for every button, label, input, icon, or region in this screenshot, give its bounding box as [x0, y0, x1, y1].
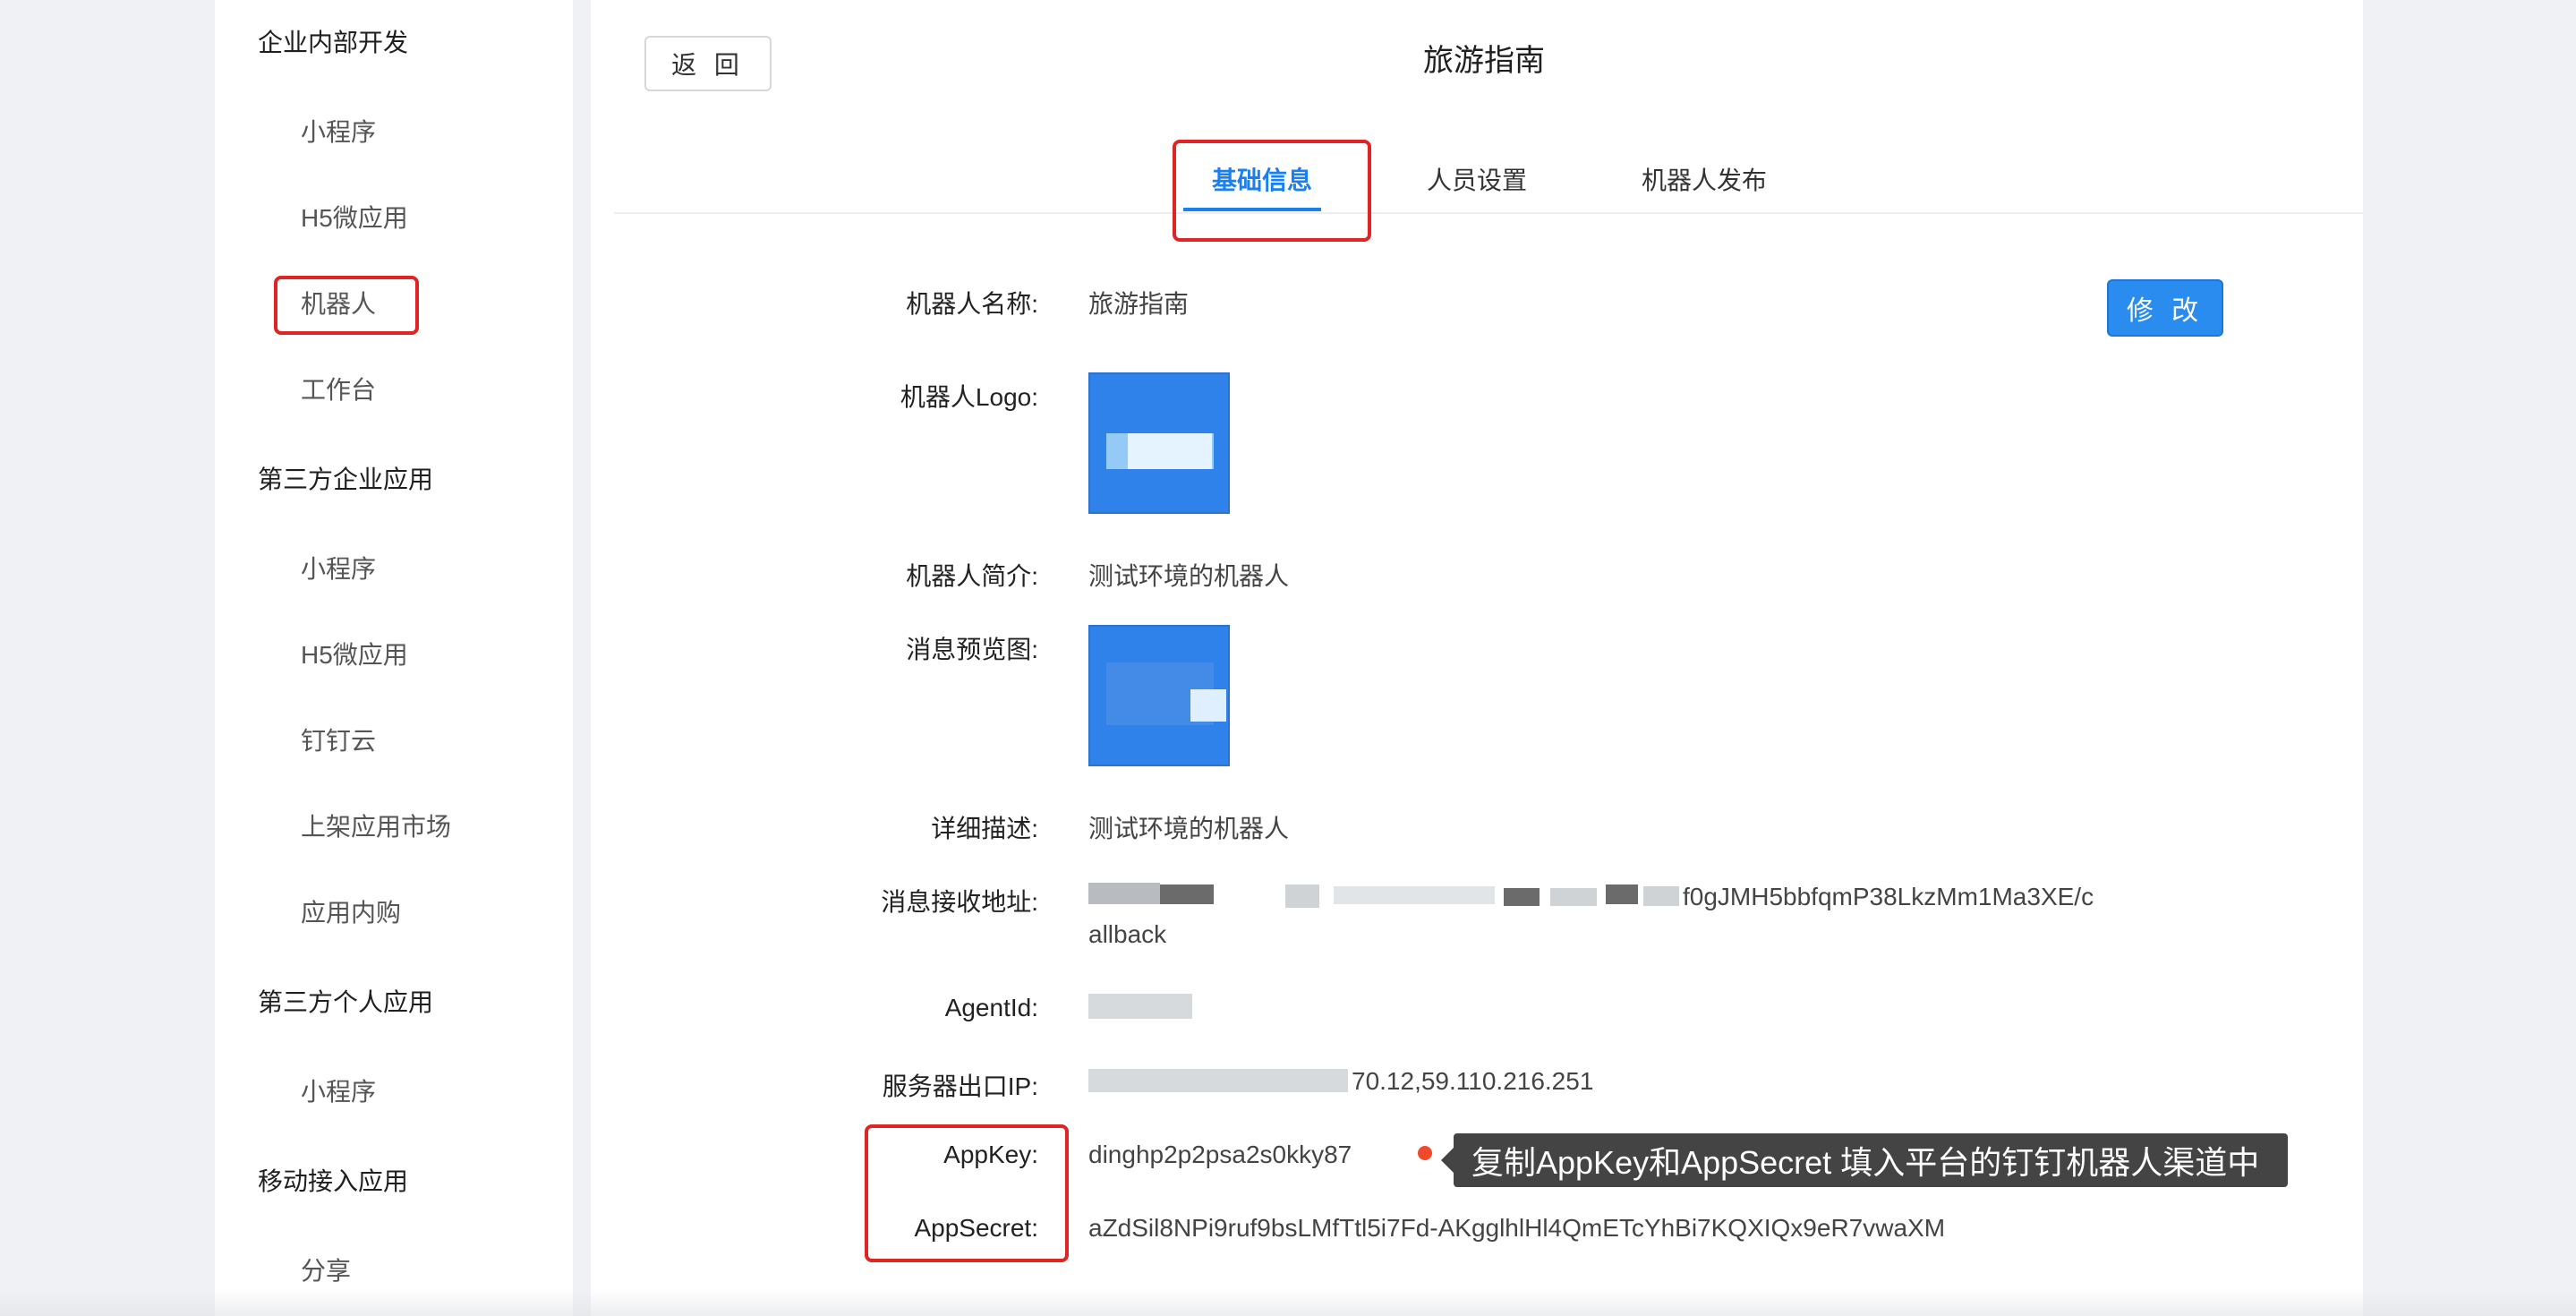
redacted-block	[1160, 884, 1214, 904]
sidebar-item-tp-marketplace[interactable]: 上架应用市场	[301, 808, 451, 843]
page-title: 旅游指南	[1423, 44, 1545, 78]
redacted-block	[1643, 886, 1679, 906]
callback-url-value-line1: f0gJMH5bbfqmP38LkzMm1Ma3XE/c	[1683, 883, 2094, 910]
sidebar-group-mobile-access: 移动接入应用	[258, 1167, 409, 1195]
tab-robot-publish[interactable]: 机器人发布	[1642, 161, 1767, 197]
sidebar-item-tp-miniprogram[interactable]: 小程序	[301, 550, 376, 585]
sidebar-item-tp-in-app-purchase[interactable]: 应用内购	[301, 893, 401, 929]
robot-intro-value: 测试环境的机器人	[1088, 562, 1290, 590]
description-value: 测试环境的机器人	[1088, 815, 1290, 842]
robot-name-label: 机器人名称:	[906, 290, 1038, 318]
description-label: 详细描述:	[931, 815, 1038, 842]
redacted-block	[1334, 886, 1495, 904]
redacted-block	[1550, 888, 1597, 906]
annotation-tooltip: 复制AppKey和AppSecret 填入平台的钉钉机器人渠道中	[1454, 1133, 2288, 1187]
annotation-arrow	[1441, 1148, 1454, 1173]
credentials-highlight-box	[865, 1124, 1069, 1262]
sidebar-item-share[interactable]: 分享	[301, 1252, 351, 1287]
sidebar-item-internal-miniprogram[interactable]: 小程序	[301, 113, 376, 149]
appsecret-value[interactable]: aZdSil8NPi9ruf9bsLMfTtl5i7Fd-AKgglhlHl4Q…	[1088, 1214, 1945, 1243]
callback-url-label: 消息接收地址:	[881, 888, 1038, 916]
sidebar-group-internal: 企业内部开发	[258, 29, 409, 56]
redacted-block	[1504, 888, 1540, 906]
annotation-dot	[1418, 1146, 1432, 1160]
tab-highlight-box	[1173, 140, 1371, 242]
sidebar-item-tp-h5[interactable]: H5微应用	[301, 636, 408, 671]
bottom-fade	[0, 1289, 2576, 1316]
appkey-value[interactable]: dinghp2p2psa2s0kky87	[1088, 1141, 1352, 1169]
sidebar-item-internal-h5[interactable]: H5微应用	[301, 199, 408, 235]
redacted-block	[1606, 884, 1638, 904]
message-preview-image[interactable]	[1088, 625, 1230, 766]
robot-name-value: 旅游指南	[1088, 290, 1190, 318]
robot-logo-label: 机器人Logo:	[900, 383, 1038, 411]
server-ip-value: 70.12,59.110.216.251	[1352, 1067, 1594, 1095]
sidebar-item-tp-dingcloud[interactable]: 钉钉云	[301, 722, 376, 757]
redacted-block	[1088, 883, 1160, 904]
message-preview-label: 消息预览图:	[906, 636, 1038, 663]
server-ip-label: 服务器出口IP:	[882, 1072, 1038, 1100]
tab-member-settings[interactable]: 人员设置	[1427, 161, 1527, 197]
sidebar-item-personal-miniprogram[interactable]: 小程序	[301, 1072, 376, 1108]
back-button[interactable]: 返 回	[644, 36, 772, 91]
redacted-agentid	[1088, 994, 1192, 1019]
callback-url-value-line2: allback	[1088, 920, 1167, 948]
tabs-divider	[614, 212, 2363, 214]
edit-button[interactable]: 修 改	[2107, 279, 2223, 337]
robot-logo-image[interactable]	[1088, 372, 1230, 514]
redacted-ip	[1088, 1069, 1348, 1092]
robot-highlight-box	[274, 276, 419, 335]
sidebar: 企业内部开发 小程序 H5微应用 机器人 工作台 第三方企业应用 小程序 H5微…	[215, 0, 573, 1316]
sidebar-group-third-party-enterprise: 第三方企业应用	[258, 466, 434, 493]
sidebar-group-third-party-personal: 第三方个人应用	[258, 988, 434, 1016]
robot-intro-label: 机器人简介:	[906, 562, 1038, 590]
redacted-block	[1285, 884, 1319, 908]
agentid-label: AgentId:	[944, 994, 1038, 1021]
main-panel: 返 回 旅游指南 基础信息 人员设置 机器人发布 修 改 机器人名称: 旅游指南…	[591, 0, 2363, 1316]
sidebar-item-internal-workbench[interactable]: 工作台	[301, 371, 376, 406]
